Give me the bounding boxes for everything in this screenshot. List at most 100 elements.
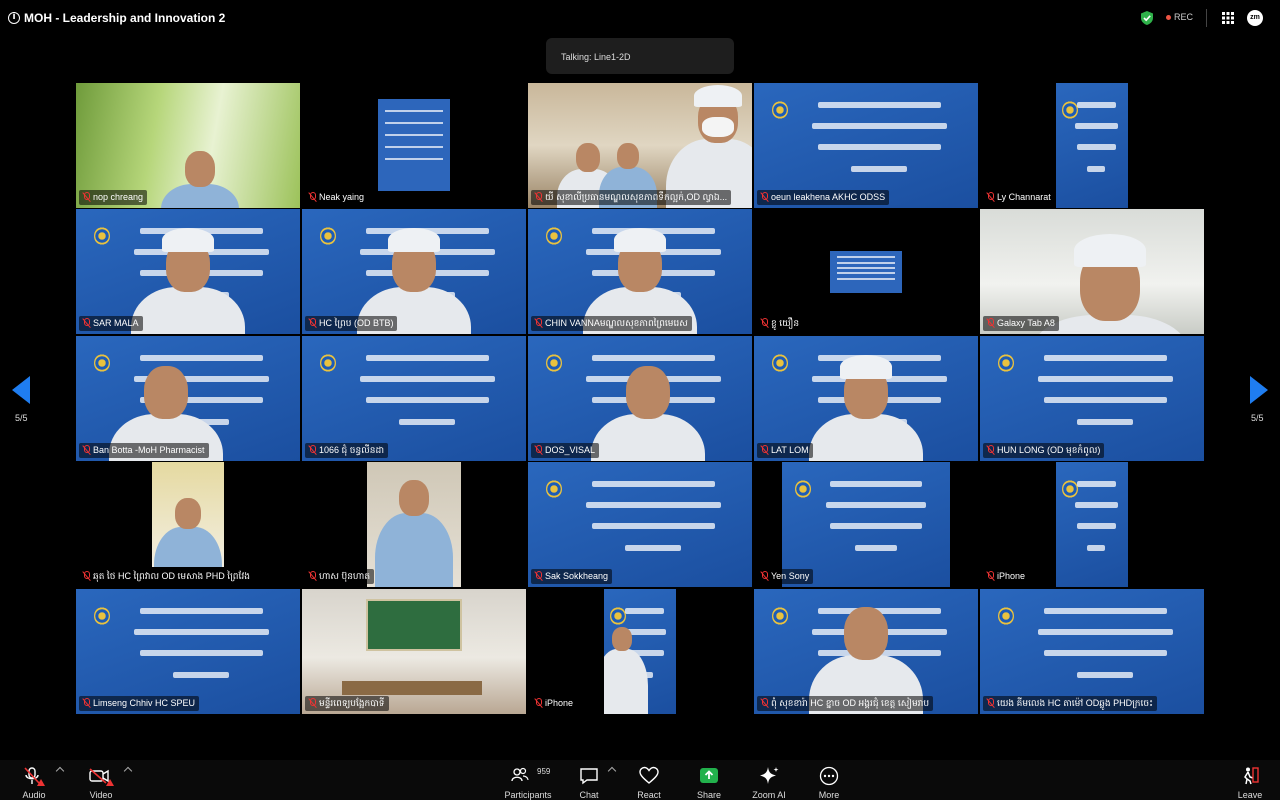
participant-name-label: HUN LONG (OD មុខកំពូល) <box>983 443 1105 458</box>
participant-tile[interactable]: CHIN VANNAមណ្ឌលសុខភាពព្រៃមេរេស <box>528 209 752 334</box>
chat-label: Chat <box>579 790 599 800</box>
participant-tile[interactable]: HUN LONG (OD មុខកំពូល) <box>980 336 1204 461</box>
participant-name: 1066 ជុំ ចន្ធលីនដា <box>319 445 385 455</box>
participant-name-label: Sak Sokkheang <box>531 569 613 584</box>
mic-muted-icon <box>309 698 316 707</box>
participant-tile[interactable]: ពុំ សុខខារ៉ា HC ខ្នាច OD អង្គរជុំ ខេត្ត … <box>754 589 978 714</box>
more-button[interactable]: More <box>803 764 855 800</box>
previous-page-arrow-icon[interactable] <box>12 376 30 404</box>
mic-muted-icon <box>987 192 994 201</box>
slide-text-line <box>385 110 443 113</box>
mic-muted-icon <box>309 192 316 201</box>
participant-name: យេង គីមលេង HC តាម៉ៅ ODឆ្លូង PHDក្រចេះ <box>997 698 1154 708</box>
slide-text-line <box>851 165 908 172</box>
conference-table <box>342 681 482 695</box>
slide-text-line <box>385 157 443 160</box>
participant-name: Ban Botta -MoH Pharmacist <box>93 445 205 455</box>
leave-icon <box>1244 767 1259 785</box>
participant-name: ឆុត ថៃ HC ព្រៃវាល OD មេសាង PHD ព្រៃវែង <box>93 571 250 581</box>
participant-name-label: oeun leakhena AKHC ODSS <box>757 190 890 205</box>
next-page-arrow-icon[interactable] <box>1250 376 1268 404</box>
participant-tile[interactable]: LAT LOM <box>754 336 978 461</box>
participant-tile[interactable]: មន្ទីរពេទ្យបង្អែកបាទី <box>302 589 526 714</box>
participant-tile[interactable]: 1066 ជុំ ចន្ធលីនដា <box>302 336 526 461</box>
leave-button[interactable]: Leave <box>1224 764 1276 800</box>
slide-text-line <box>812 123 947 129</box>
participant-tile[interactable]: ហាស ប៊ុនហាត <box>302 462 526 587</box>
participant-tile[interactable]: HC ព្រៃប (OD BTB) <box>302 209 526 334</box>
rec-dot-icon <box>1166 15 1171 21</box>
participant-tile[interactable]: Yen Sony <box>754 462 978 587</box>
participant-tile[interactable]: nop chreang <box>76 83 300 208</box>
participant-tile[interactable]: Galaxy Tab A8 <box>980 209 1204 334</box>
mic-muted-icon <box>83 571 90 580</box>
participant-name: ហាស ប៊ុនហាត <box>319 571 371 581</box>
ministry-logo-icon <box>997 353 1014 372</box>
heart-icon <box>639 766 659 784</box>
participant-tile[interactable]: Sak Sokkheang <box>528 462 752 587</box>
participant-tile[interactable]: Ly Channarat <box>980 83 1204 208</box>
info-icon[interactable]: i <box>8 12 20 24</box>
participant-tile[interactable]: Limseng Chhiv HC SPEU <box>76 589 300 714</box>
chat-button[interactable]: Chat <box>563 764 615 800</box>
participant-video-person <box>604 589 676 714</box>
participant-tile[interactable]: iPhone <box>528 589 752 714</box>
participant-name-label: HC ព្រៃប (OD BTB) <box>305 316 398 331</box>
participant-tile[interactable]: DOS_VISAL <box>528 336 752 461</box>
recording-indicator[interactable]: REC <box>1166 12 1193 22</box>
zoom-account-avatar[interactable]: zm <box>1247 10 1263 26</box>
mic-muted-icon <box>83 318 90 327</box>
participant-tile[interactable]: Ban Botta -MoH Pharmacist <box>76 336 300 461</box>
share-button[interactable]: Share <box>683 764 735 800</box>
mic-muted-icon <box>987 571 994 580</box>
video-off-icon <box>89 768 114 786</box>
participant-tile[interactable]: យេង គីមលេង HC តាម៉ៅ ODឆ្លូង PHDក្រចេះ <box>980 589 1204 714</box>
slide-text-line <box>360 376 495 382</box>
participant-tile[interactable]: ខ្លូ យឿន <box>754 209 978 334</box>
slide-text-line <box>365 397 490 404</box>
react-button[interactable]: React <box>623 764 675 800</box>
participant-tile[interactable]: ឆុត ថៃ HC ព្រៃវាល OD មេសាង PHD ព្រៃវែង <box>76 462 300 587</box>
participant-name-label: iPhone <box>983 569 1030 584</box>
participant-name: DOS_VISAL <box>545 445 596 455</box>
slide-text-line <box>817 144 942 151</box>
participant-name-label: SAR MALA <box>79 316 143 331</box>
react-label: React <box>637 790 661 800</box>
participant-name-label: ពុំ សុខខារ៉ា HC ខ្នាច OD អង្គរជុំ ខេត្ត … <box>757 696 934 711</box>
slide-text-line <box>399 418 456 425</box>
participant-tile[interactable]: SAR MALA <box>76 209 300 334</box>
participant-video-person <box>152 462 224 567</box>
participant-name: HUN LONG (OD មុខកំពូល) <box>997 445 1101 455</box>
mic-muted-icon <box>987 318 994 327</box>
slide-text-line <box>591 480 716 487</box>
slide-text-line <box>139 650 264 657</box>
zoom-ai-button[interactable]: Zoom AI <box>743 764 795 800</box>
ministry-logo-icon <box>997 606 1014 625</box>
participant-tile[interactable]: oeun leakhena AKHC ODSS <box>754 83 978 208</box>
apps-grid-icon[interactable] <box>1222 12 1234 24</box>
page-indicator-right: 5/5 <box>1251 413 1264 423</box>
slide-text-line <box>829 480 923 487</box>
mic-muted-icon <box>535 318 542 327</box>
slide-text-line <box>837 261 895 264</box>
participant-name: CHIN VANNAមណ្ឌលសុខភាពព្រៃមេរេស <box>545 318 688 328</box>
ministry-logo-icon <box>795 479 812 498</box>
video-button[interactable]: Video <box>75 764 127 800</box>
participants-button[interactable]: 959 Participants <box>498 764 558 800</box>
shared-slide-thumbnail <box>378 99 450 191</box>
audio-button[interactable]: Audio <box>8 764 60 800</box>
participant-name-label: មន្ទីរពេទ្យបង្អែកបាទី <box>305 696 389 711</box>
participant-tile[interactable]: Neak yaing <box>302 83 526 208</box>
slide-text-line <box>1077 671 1134 678</box>
participant-tile[interactable]: iPhone <box>980 462 1204 587</box>
rec-label: REC <box>1174 12 1194 22</box>
meeting-title: MOH - Leadership and Innovation 2 <box>24 11 226 25</box>
participant-tile[interactable]: យី សុខាលីប្រធានមណ្ឌលសុខភាពទឹកល្អក់,OD ល្… <box>528 83 752 208</box>
security-shield-icon[interactable] <box>1140 10 1154 26</box>
mic-muted-icon <box>309 571 316 580</box>
mic-muted-icon <box>83 192 90 201</box>
slide-text-line <box>1043 397 1168 404</box>
mic-muted-icon <box>535 445 542 454</box>
slide-text-line <box>817 101 942 108</box>
mic-muted-icon <box>761 571 768 580</box>
